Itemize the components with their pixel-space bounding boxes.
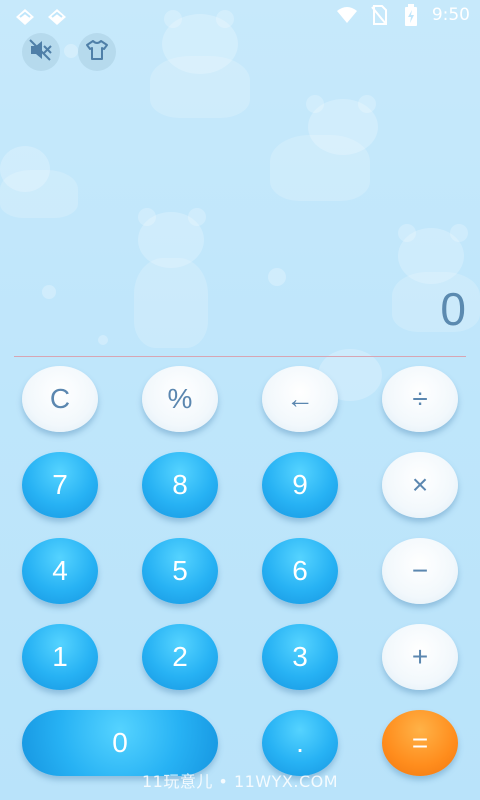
decimal-point-button[interactable]: . (262, 710, 338, 776)
tshirt-icon (85, 39, 109, 65)
battery-charging-icon (400, 4, 422, 26)
status-time: 9:50 (431, 5, 470, 25)
minus-button[interactable]: − (382, 538, 458, 604)
decorative-dot (42, 285, 56, 299)
plus-button[interactable]: + (382, 624, 458, 690)
notification-icon (46, 6, 68, 26)
mute-icon (29, 39, 53, 65)
percent-button[interactable]: % (142, 366, 218, 432)
backspace-button[interactable]: ← (262, 366, 338, 432)
decorative-dot (64, 44, 78, 58)
clear-button[interactable]: C (22, 366, 98, 432)
notification-icon (14, 6, 36, 26)
decorative-dot (268, 268, 286, 286)
digit-3-button[interactable]: 3 (262, 624, 338, 690)
bear-decoration (132, 208, 212, 348)
watermark: 11玩意儿 • 11WYX.COM (141, 772, 339, 791)
digit-9-button[interactable]: 9 (262, 452, 338, 518)
digit-6-button[interactable]: 6 (262, 538, 338, 604)
decorative-dot (98, 335, 108, 345)
digit-2-button[interactable]: 2 (142, 624, 218, 690)
bear-decoration (270, 95, 380, 205)
result-display: 0 (440, 283, 466, 335)
mute-toggle-button[interactable] (22, 33, 60, 71)
digit-0-button[interactable]: 0 (22, 710, 218, 776)
wifi-icon (336, 5, 358, 25)
divide-button[interactable]: ÷ (382, 366, 458, 432)
digit-4-button[interactable]: 4 (22, 538, 98, 604)
skin-button[interactable] (78, 33, 116, 71)
digit-7-button[interactable]: 7 (22, 452, 98, 518)
status-bar: 9:50 (0, 0, 480, 34)
digit-5-button[interactable]: 5 (142, 538, 218, 604)
display-divider (14, 356, 466, 357)
digit-8-button[interactable]: 8 (142, 452, 218, 518)
digit-1-button[interactable]: 1 (22, 624, 98, 690)
multiply-button[interactable]: × (382, 452, 458, 518)
bear-decoration (392, 222, 480, 332)
no-sim-icon (368, 5, 390, 25)
equals-button[interactable]: = (382, 710, 458, 776)
bear-decoration (0, 140, 80, 220)
